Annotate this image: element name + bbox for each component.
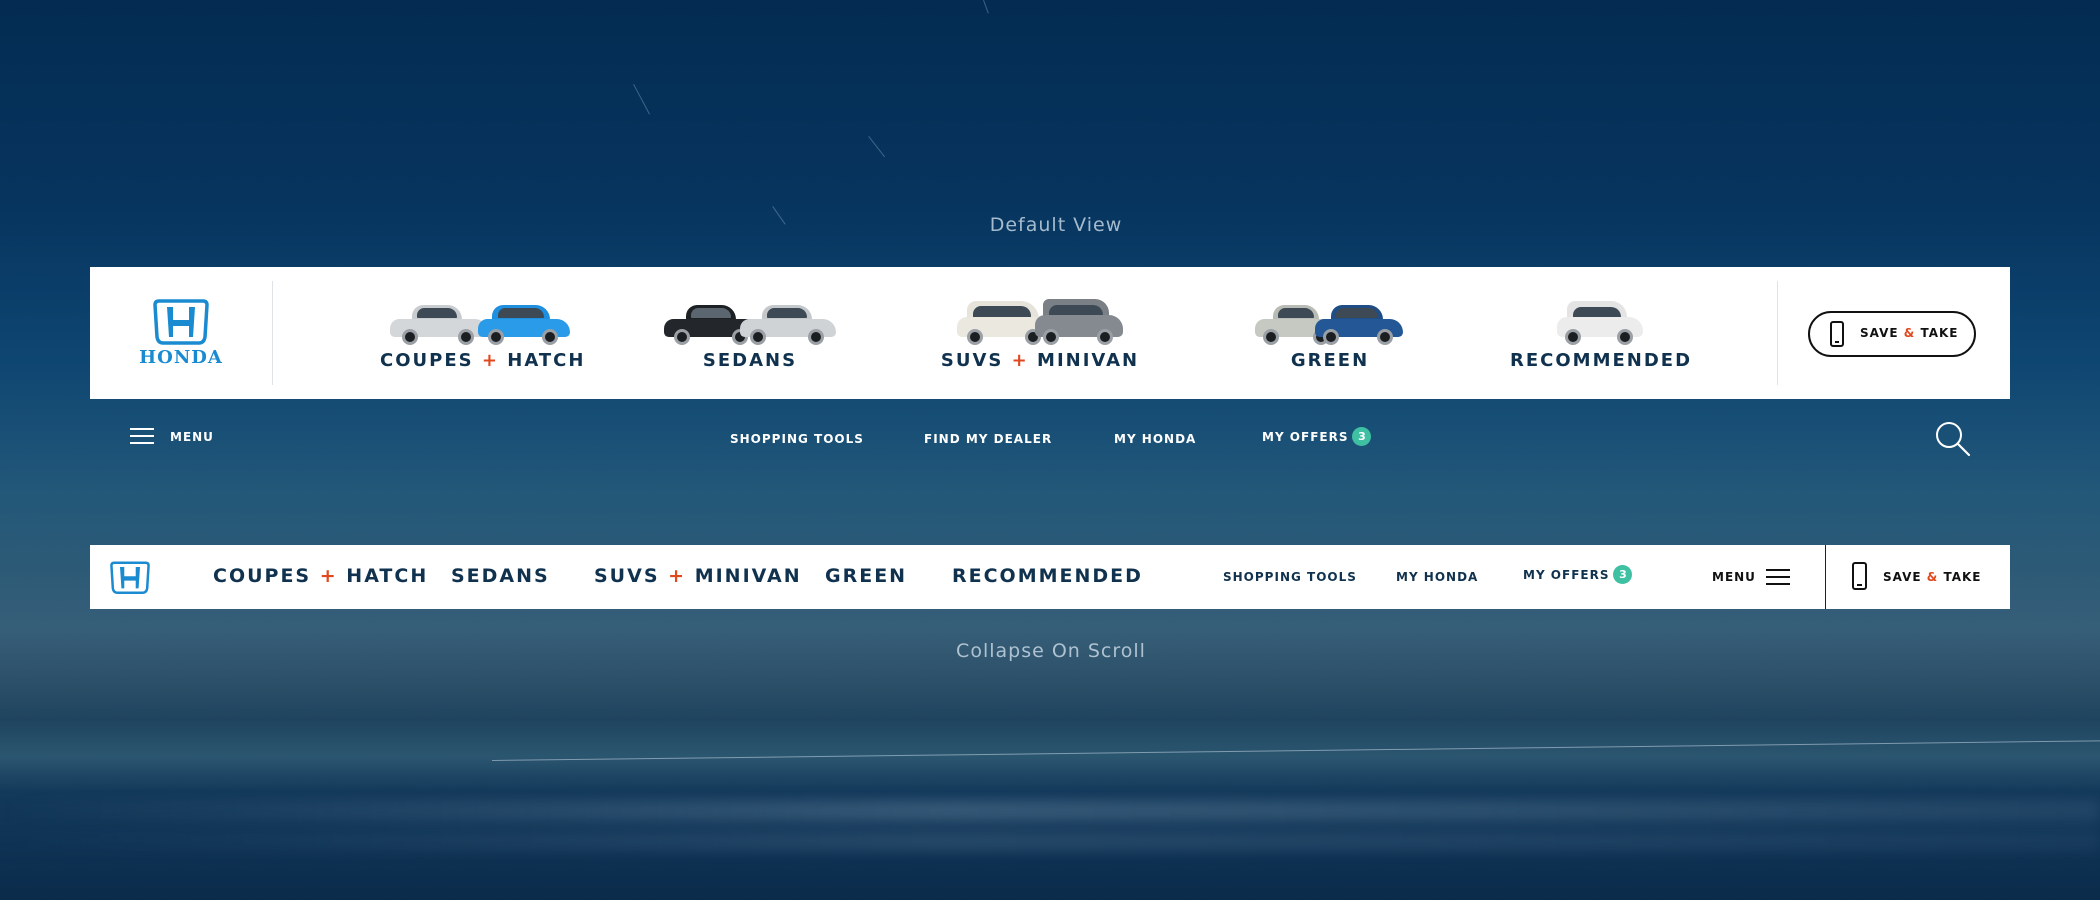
coupes-hatch-image bbox=[388, 289, 572, 345]
suvs-minivan-image bbox=[955, 289, 1125, 345]
collapsed-category-recommended[interactable]: RECOMMENDED bbox=[952, 565, 1143, 587]
phone-icon bbox=[1830, 321, 1844, 347]
collapsed-menu-hamburger-icon[interactable] bbox=[1766, 569, 1790, 585]
default-view-caption: Default View bbox=[989, 214, 1123, 236]
find-my-dealer-link[interactable]: FIND MY DEALER bbox=[924, 432, 1052, 446]
category-label: RECOMMENDED bbox=[1510, 350, 1693, 371]
phone-icon bbox=[1852, 562, 1867, 590]
my-offers-label: MY OFFERS bbox=[1262, 430, 1349, 444]
car-gray-suv bbox=[1035, 293, 1123, 345]
save-and-take-button[interactable]: SAVE & TAKE bbox=[1808, 311, 1976, 357]
sky-streak bbox=[633, 84, 650, 115]
horizon-line bbox=[492, 740, 2100, 761]
honda-h-icon bbox=[153, 299, 209, 345]
car-blue-hatch bbox=[478, 295, 570, 345]
menu-link[interactable]: MENU bbox=[170, 430, 214, 444]
category-sedans[interactable]: SEDANS bbox=[660, 289, 840, 389]
green-image bbox=[1255, 289, 1405, 345]
collapsed-my-offers-link[interactable]: MY OFFERS 3 bbox=[1523, 565, 1633, 585]
collapsed-category-green[interactable]: GREEN bbox=[825, 565, 907, 587]
collapse-on-scroll-caption: Collapse On Scroll bbox=[956, 640, 1146, 662]
my-offers-link[interactable]: MY OFFERS 3 bbox=[1262, 427, 1372, 447]
sky-streak bbox=[868, 136, 886, 158]
collapsed-category-suvs-minivan[interactable]: SUVS + MINIVAN bbox=[594, 565, 802, 587]
my-offers-label: MY OFFERS bbox=[1523, 568, 1610, 582]
recommended-image bbox=[1555, 289, 1645, 345]
my-honda-link[interactable]: MY HONDA bbox=[1114, 432, 1196, 446]
car-silver-coupe bbox=[390, 297, 488, 345]
honda-h-icon[interactable] bbox=[110, 559, 150, 595]
horizon-glow bbox=[0, 800, 2100, 822]
divider bbox=[1777, 281, 1778, 385]
shopping-tools-link[interactable]: SHOPPING TOOLS bbox=[730, 432, 864, 446]
category-label: SEDANS bbox=[702, 350, 798, 371]
collapsed-save-and-take-button[interactable]: SAVE & TAKE bbox=[1825, 545, 2010, 609]
car-white-crossover bbox=[1557, 297, 1643, 345]
sedans-image bbox=[662, 289, 838, 345]
offers-count-badge: 3 bbox=[1613, 565, 1633, 584]
save-and-take-label: SAVE & TAKE bbox=[1860, 326, 1959, 340]
category-label: SUVS + MINIVAN bbox=[940, 350, 1140, 371]
collapsed-my-honda-link[interactable]: MY HONDA bbox=[1396, 570, 1478, 584]
honda-logo[interactable]: HONDA bbox=[90, 267, 272, 399]
collapsed-shopping-tools-link[interactable]: SHOPPING TOOLS bbox=[1223, 570, 1357, 584]
honda-wordmark: HONDA bbox=[139, 347, 223, 368]
sky-streak bbox=[983, 0, 989, 14]
collapsed-menu-link[interactable]: MENU bbox=[1712, 570, 1756, 584]
car-silver-sedan bbox=[740, 301, 836, 345]
collapsed-category-coupes-hatch[interactable]: COUPES + HATCH bbox=[213, 565, 428, 587]
category-label: GREEN bbox=[1290, 350, 1370, 371]
category-recommended[interactable]: RECOMMENDED bbox=[1510, 289, 1690, 389]
search-icon[interactable] bbox=[1934, 420, 1972, 458]
divider bbox=[272, 281, 273, 385]
car-blue-hybrid bbox=[1315, 297, 1403, 345]
category-suvs-minivan[interactable]: SUVS + MINIVAN bbox=[940, 289, 1140, 389]
collapsed-category-sedans[interactable]: SEDANS bbox=[451, 565, 550, 587]
offers-count-badge: 3 bbox=[1352, 427, 1372, 446]
category-green[interactable]: GREEN bbox=[1250, 289, 1410, 389]
sky-streak bbox=[772, 206, 786, 225]
collapsed-nav-bar: COUPES + HATCH SEDANS SUVS + MINIVAN GRE… bbox=[90, 545, 2010, 609]
main-nav-bar: HONDA COUPES + HATCH SEDANS SUVS + MINIV… bbox=[90, 267, 2010, 399]
category-label: COUPES + HATCH bbox=[380, 350, 586, 371]
category-coupes-hatch[interactable]: COUPES + HATCH bbox=[380, 289, 586, 389]
horizon-glow bbox=[0, 830, 2100, 852]
menu-hamburger-icon[interactable] bbox=[130, 428, 154, 444]
save-and-take-label: SAVE & TAKE bbox=[1883, 570, 1982, 584]
